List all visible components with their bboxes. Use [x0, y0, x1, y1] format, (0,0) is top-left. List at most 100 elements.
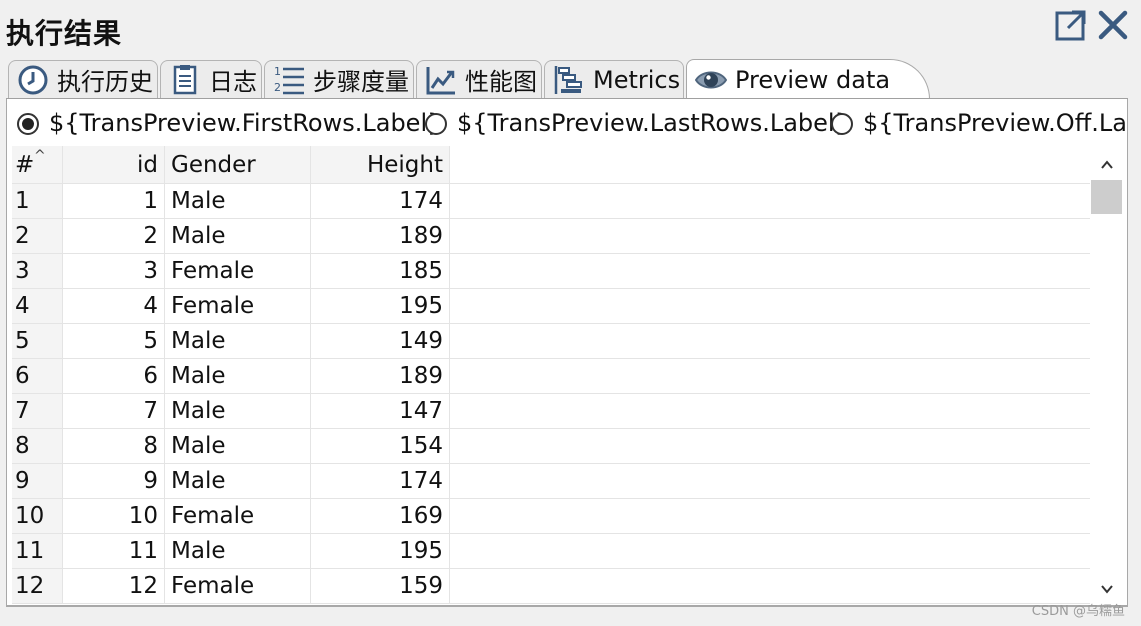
table-row[interactable]: 3 3 Female 185: [12, 254, 1090, 289]
panel-title: 执行结果: [6, 17, 123, 50]
gender-cell[interactable]: Male: [165, 184, 311, 218]
radio-button[interactable]: [425, 113, 447, 135]
column-header-height[interactable]: Height: [311, 146, 450, 183]
gender-cell[interactable]: Male: [165, 359, 311, 393]
id-cell[interactable]: 1: [63, 184, 165, 218]
column-header-id[interactable]: id: [63, 146, 165, 183]
height-cell[interactable]: 147: [311, 394, 450, 428]
height-cell[interactable]: 185: [311, 254, 450, 288]
tab-performance-chart[interactable]: 性能图: [416, 60, 542, 98]
row-number-cell[interactable]: 11: [12, 534, 63, 568]
table-row[interactable]: 2 2 Male 189: [12, 219, 1090, 254]
tab-execution-history[interactable]: 执行历史: [8, 60, 158, 98]
eye-icon: [695, 71, 727, 88]
table-row[interactable]: 11 11 Male 195: [12, 534, 1090, 569]
row-number-cell[interactable]: 1: [12, 184, 63, 218]
gender-cell[interactable]: Male: [165, 464, 311, 498]
watermark: CSDN @乌糯鱼: [1031, 604, 1125, 619]
tab-preview-data[interactable]: Preview data: [686, 59, 930, 99]
table-row[interactable]: 9 9 Male 174: [12, 464, 1090, 499]
sort-indicator-icon: ^: [34, 148, 46, 164]
row-filler: [450, 184, 1090, 218]
tab-step-metrics[interactable]: 1 2 步骤度量: [264, 60, 414, 98]
data-grid: # ^ id Gender Height 1 1 Male 174 2 2 Male 189 3…: [12, 146, 1090, 604]
height-cell[interactable]: 189: [311, 359, 450, 393]
column-header-rownum[interactable]: # ^: [12, 146, 63, 183]
column-header-label: Gender: [171, 151, 256, 178]
table-row[interactable]: 8 8 Male 154: [12, 429, 1090, 464]
scrollbar-thumb[interactable]: [1091, 180, 1122, 214]
radio-first-rows[interactable]: ${TransPreview.FirstRows.Label}: [17, 109, 442, 143]
height-cell[interactable]: 195: [311, 534, 450, 568]
height-cell[interactable]: 159: [311, 569, 450, 603]
table-row[interactable]: 10 10 Female 169: [12, 499, 1090, 534]
table-row[interactable]: 5 5 Male 149: [12, 324, 1090, 359]
gender-cell[interactable]: Female: [165, 569, 311, 603]
table-row[interactable]: 1 1 Male 174: [12, 184, 1090, 219]
height-cell[interactable]: 189: [311, 219, 450, 253]
svg-text:1: 1: [274, 65, 281, 78]
row-number-cell[interactable]: 2: [12, 219, 63, 253]
preview-mode-options: ${TransPreview.FirstRows.Label} ${TransP…: [6, 99, 1128, 143]
height-cell[interactable]: 174: [311, 464, 450, 498]
table-row[interactable]: 6 6 Male 189: [12, 359, 1090, 394]
id-cell[interactable]: 12: [63, 569, 165, 603]
id-cell[interactable]: 9: [63, 464, 165, 498]
id-cell[interactable]: 11: [63, 534, 165, 568]
scroll-down-chevron-icon[interactable]: [1099, 581, 1115, 597]
column-header-label: id: [137, 151, 158, 178]
row-number-cell[interactable]: 3: [12, 254, 63, 288]
row-number-cell[interactable]: 7: [12, 394, 63, 428]
gender-cell[interactable]: Male: [165, 534, 311, 568]
scroll-up-chevron-icon[interactable]: [1099, 157, 1115, 173]
tab-metrics[interactable]: Metrics: [544, 60, 684, 98]
height-cell[interactable]: 154: [311, 429, 450, 463]
id-cell[interactable]: 2: [63, 219, 165, 253]
row-number-cell[interactable]: 8: [12, 429, 63, 463]
row-number-cell[interactable]: 4: [12, 289, 63, 323]
popout-button[interactable]: [1054, 8, 1088, 42]
gender-cell[interactable]: Male: [165, 219, 311, 253]
gender-cell[interactable]: Female: [165, 289, 311, 323]
id-cell[interactable]: 4: [63, 289, 165, 323]
close-icon: [1098, 10, 1128, 40]
radio-button-checked[interactable]: [17, 113, 39, 135]
row-number-cell[interactable]: 9: [12, 464, 63, 498]
row-number-cell[interactable]: 10: [12, 499, 63, 533]
height-cell[interactable]: 169: [311, 499, 450, 533]
table-row[interactable]: 4 4 Female 195: [12, 289, 1090, 324]
table-row[interactable]: 12 12 Female 159: [12, 569, 1090, 604]
gender-cell[interactable]: Male: [165, 429, 311, 463]
popout-icon: [1055, 10, 1086, 41]
gantt-icon: [554, 65, 582, 94]
table-body: 1 1 Male 174 2 2 Male 189 3 3 Female 185 4 4 Female 195…: [12, 184, 1090, 604]
gender-cell[interactable]: Female: [165, 499, 311, 533]
row-filler: [450, 569, 1090, 603]
id-cell[interactable]: 8: [63, 429, 165, 463]
height-cell[interactable]: 174: [311, 184, 450, 218]
tab-log[interactable]: 日志: [160, 60, 262, 98]
height-cell[interactable]: 195: [311, 289, 450, 323]
vertical-scrollbar[interactable]: [1091, 143, 1123, 605]
id-cell[interactable]: 10: [63, 499, 165, 533]
gender-cell[interactable]: Female: [165, 254, 311, 288]
id-cell[interactable]: 3: [63, 254, 165, 288]
id-cell[interactable]: 6: [63, 359, 165, 393]
close-button[interactable]: [1096, 8, 1130, 42]
row-number-cell[interactable]: 6: [12, 359, 63, 393]
row-number-cell[interactable]: 12: [12, 569, 63, 603]
radio-off[interactable]: ${TransPreview.Off.Label}: [831, 109, 1127, 143]
column-header-gender[interactable]: Gender: [165, 146, 311, 183]
gender-cell[interactable]: Male: [165, 324, 311, 358]
radio-last-rows[interactable]: ${TransPreview.LastRows.Label}: [425, 109, 850, 143]
id-cell[interactable]: 7: [63, 394, 165, 428]
table-row[interactable]: 7 7 Male 147: [12, 394, 1090, 429]
header-filler: [450, 146, 1090, 183]
row-filler: [450, 359, 1090, 393]
height-cell[interactable]: 149: [311, 324, 450, 358]
row-number-cell[interactable]: 5: [12, 324, 63, 358]
gender-cell[interactable]: Male: [165, 394, 311, 428]
radio-button[interactable]: [831, 113, 853, 135]
numbered-list-icon: 1 2: [274, 65, 304, 94]
id-cell[interactable]: 5: [63, 324, 165, 358]
